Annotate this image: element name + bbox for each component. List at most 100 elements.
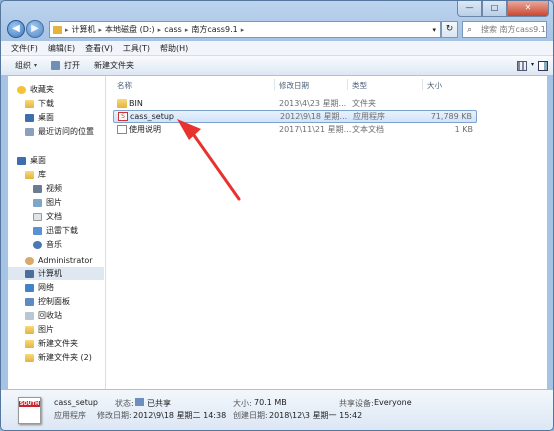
desktop-icon <box>25 113 34 122</box>
recent-places-icon <box>25 127 34 136</box>
icon-brand-text: SOUTH <box>19 401 40 407</box>
control-panel-icon <box>25 297 34 306</box>
file-type: 文本文档 <box>352 125 384 134</box>
menu-edit[interactable]: 编辑(E) <box>48 43 75 54</box>
refresh-button[interactable]: ↻ <box>441 21 458 38</box>
folder-icon <box>25 325 34 334</box>
file-date: 2012\9\18 星期... <box>280 112 348 121</box>
sidebar-item-network[interactable]: 网络 <box>25 281 54 294</box>
sidebar-item-label: 图片 <box>38 325 54 334</box>
explorer-window: — □ ✕ ◀ ▶ ▸ 计算机 ▸ 本地磁盘 (D:) ▸ cass ▸ 南方c… <box>0 0 554 431</box>
breadcrumb-computer[interactable]: 计算机 <box>72 24 96 35</box>
sidebar-item-recent[interactable]: 最近访问的位置 <box>25 125 94 138</box>
breadcrumb-drive-d[interactable]: 本地磁盘 (D:) <box>105 24 155 35</box>
chevron-down-icon[interactable]: ▾ <box>531 61 534 68</box>
status-share-value: Everyone <box>374 398 412 407</box>
column-divider[interactable] <box>274 79 275 90</box>
breadcrumb-cass91[interactable]: 南方cass9.1 <box>191 24 237 35</box>
maximize-button[interactable]: □ <box>482 1 507 17</box>
column-divider[interactable] <box>422 79 423 90</box>
menu-file[interactable]: 文件(F) <box>11 43 38 54</box>
address-bar[interactable]: ▸ 计算机 ▸ 本地磁盘 (D:) ▸ cass ▸ 南方cass9.1 ▸ ▾ <box>49 21 441 38</box>
search-placeholder: 搜索 南方cass9.1 <box>481 25 546 34</box>
menu-tools[interactable]: 工具(T) <box>123 43 150 54</box>
sidebar-item-control-panel[interactable]: 控制面板 <box>25 295 70 308</box>
download-folder-icon <box>25 99 34 108</box>
search-input[interactable]: ⌕ 搜索 南方cass9.1 <box>462 21 547 38</box>
sidebar-item-documents[interactable]: 文档 <box>33 210 62 223</box>
file-type: 文件夹 <box>352 99 376 108</box>
sidebar-item-administrator[interactable]: Administrator <box>25 254 93 267</box>
star-icon <box>17 85 26 94</box>
back-button[interactable]: ◀ <box>7 20 25 38</box>
navigation-pane: 收藏夹 下载 桌面 最近访问的位置 桌面 库 视频 图片 文档 迅雷下载 音乐 … <box>8 76 106 389</box>
title-bar: — □ ✕ ◀ ▶ ▸ 计算机 ▸ 本地磁盘 (D:) ▸ cass ▸ 南方c… <box>1 1 553 41</box>
column-header-name[interactable]: 名称 <box>117 80 132 91</box>
sidebar-item-downloads[interactable]: 下载 <box>25 97 54 110</box>
sidebar-item-pictures-folder[interactable]: 图片 <box>25 323 54 336</box>
pictures-icon <box>33 198 42 207</box>
new-folder-button[interactable]: 新建文件夹 <box>94 60 134 71</box>
menu-help[interactable]: 帮助(H) <box>160 43 188 54</box>
file-row-cass-setup[interactable]: S cass_setup 2012\9\18 星期... 应用程序 71,789… <box>113 110 477 123</box>
sidebar-item-label: 计算机 <box>38 269 62 278</box>
status-state-value: 已共享 <box>147 399 171 408</box>
menu-view[interactable]: 查看(V) <box>85 43 113 54</box>
column-header-type[interactable]: 类型 <box>352 80 367 91</box>
minimize-button[interactable]: — <box>457 1 482 17</box>
forward-button[interactable]: ▶ <box>26 20 44 38</box>
address-dropdown-icon[interactable]: ▾ <box>432 26 436 34</box>
sidebar-item-desktop[interactable]: 桌面 <box>17 154 46 167</box>
status-filetype: 应用程序 <box>54 411 86 420</box>
sidebar-item-new-folder[interactable]: 新建文件夹 <box>25 337 78 350</box>
sidebar-item-video[interactable]: 视频 <box>33 182 62 195</box>
file-name: cass_setup <box>130 112 175 121</box>
sidebar-item-recycle-bin[interactable]: 回收站 <box>25 309 62 322</box>
open-button[interactable]: 打开 <box>51 60 80 71</box>
sidebar-item-label: 图片 <box>46 198 62 207</box>
sidebar-item-thunder[interactable]: 迅雷下载 <box>33 224 78 237</box>
sidebar-item-pictures[interactable]: 图片 <box>33 196 62 209</box>
user-icon <box>25 256 34 265</box>
breadcrumb-separator[interactable]: ▸ <box>241 26 245 34</box>
search-icon: ⌕ <box>467 25 473 35</box>
sidebar-item-desktop-fav[interactable]: 桌面 <box>25 111 54 124</box>
file-row-bin[interactable]: BIN 2013\4\23 星期... 文件夹 <box>113 97 477 110</box>
folder-icon <box>53 25 62 34</box>
status-created-value: 2018\12\3 星期一 15:42 <box>269 411 363 420</box>
sidebar-item-label: 网络 <box>38 283 54 292</box>
close-button[interactable]: ✕ <box>507 1 549 17</box>
sidebar-item-label: 桌面 <box>38 113 54 122</box>
menu-bar: 文件(F) 编辑(E) 查看(V) 工具(T) 帮助(H) <box>1 41 553 56</box>
breadcrumb-separator: ▸ <box>65 25 69 34</box>
file-row-readme[interactable]: 使用说明 2017\11\21 星期... 文本文档 1 KB <box>113 123 477 136</box>
details-pane: SOUTH cass_setup 应用程序 状态: 已共享 大小: 70.1 M… <box>1 389 553 430</box>
sidebar-item-label: 最近访问的位置 <box>38 127 94 136</box>
sidebar-item-libraries[interactable]: 库 <box>25 168 46 181</box>
column-divider[interactable] <box>347 79 348 90</box>
sidebar-item-favorites[interactable]: 收藏夹 <box>17 83 54 96</box>
column-header-date[interactable]: 修改日期 <box>279 80 309 91</box>
column-header-size[interactable]: 大小 <box>427 80 442 91</box>
library-icon <box>25 170 34 179</box>
status-filename: cass_setup <box>54 398 99 407</box>
breadcrumb-separator[interactable]: ▸ <box>185 26 189 34</box>
breadcrumb-separator[interactable]: ▸ <box>99 26 103 34</box>
organize-button[interactable]: 组织 ▾ <box>15 60 37 71</box>
text-file-icon <box>117 125 127 134</box>
breadcrumb-cass[interactable]: cass <box>164 25 182 34</box>
sidebar-item-label: 文档 <box>46 212 62 221</box>
status-size-label: 大小: <box>233 399 252 408</box>
installer-icon: S <box>118 112 128 121</box>
documents-icon <box>33 212 42 221</box>
sidebar-item-computer[interactable]: 计算机 <box>8 267 104 280</box>
preview-pane-icon[interactable] <box>538 61 548 71</box>
status-modified-value: 2012\9\18 星期二 14:38 <box>133 411 227 420</box>
breadcrumb-separator[interactable]: ▸ <box>158 26 162 34</box>
sidebar-item-label: 下载 <box>38 99 54 108</box>
view-options-icon[interactable] <box>517 61 527 71</box>
status-share-label: 共享设备: <box>339 399 374 408</box>
sidebar-item-music[interactable]: 音乐 <box>33 238 62 251</box>
sidebar-item-new-folder-2[interactable]: 新建文件夹 (2) <box>25 351 92 364</box>
folder-icon <box>25 339 34 348</box>
